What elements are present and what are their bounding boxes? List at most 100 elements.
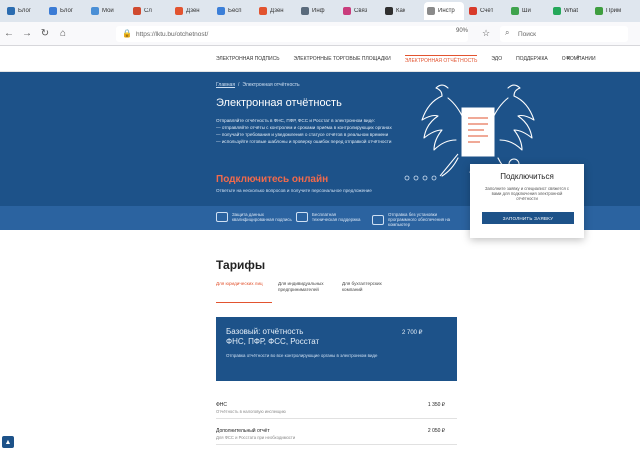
submit-application-button[interactable]: ЗАПОЛНИТЬ ЗАЯВКУ: [482, 212, 574, 224]
site-nav-item[interactable]: ЭЛЕКТРОННАЯ ОТЧЁТНОСТЬ: [404, 54, 478, 64]
tab-favicon-icon: [385, 7, 393, 15]
tariff-row[interactable]: Дополнительный отчёт Для ФСС и Росстата …: [216, 425, 457, 445]
tab-label: Мой: [102, 8, 114, 14]
browser-tab[interactable]: Бесп: [214, 2, 254, 20]
hero-line: — отправляйте отчёты с контролем и срока…: [216, 125, 392, 130]
tariffs-heading: Тарифы: [216, 258, 266, 272]
tab-favicon-icon: [217, 7, 225, 15]
address-bar[interactable]: 🔒 https://lktu.bu/otchetnost/: [116, 26, 468, 42]
shield-icon: [216, 212, 228, 222]
site-nav-item[interactable]: ЭЛЕКТРОННАЯ ПОДПИСЬ: [216, 56, 280, 62]
browser-toolbar: ← → ↻ ⌂ 🔒 https://lktu.bu/otchetnost/ 90…: [0, 22, 640, 46]
plan-name: Базовый: отчётность: [226, 327, 304, 336]
browser-tab[interactable]: Инстр: [424, 2, 464, 20]
reload-icon[interactable]: ↻: [36, 25, 54, 43]
tab-favicon-icon: [175, 7, 183, 15]
plan-name-line2: ФНС, ПФР, ФСС, Росстат: [226, 337, 320, 346]
tab-label: Прим: [606, 8, 622, 14]
hero-line: — получайте требования и уведомления о с…: [216, 132, 389, 137]
browser-tab[interactable]: What: [550, 2, 590, 20]
lock-icon: 🔒: [122, 29, 132, 38]
tab-label: Как: [396, 8, 406, 14]
browser-tab[interactable]: Сл: [130, 2, 170, 20]
tab-label: What: [564, 8, 579, 14]
search-icon: ⌕: [505, 28, 510, 37]
support-icon: [296, 212, 308, 222]
hero-description: Отправляйте отчётность в ФНС, ПФР, ФСС и…: [216, 118, 416, 146]
tab-favicon-icon: [469, 7, 477, 15]
search-input[interactable]: ⌕ Поиск: [500, 26, 628, 42]
connect-online-link[interactable]: Подключитесь онлайн: [216, 174, 328, 185]
site-nav-item[interactable]: ЭДО: [491, 56, 502, 62]
browser-tab[interactable]: Ши: [508, 2, 548, 20]
tab-label: Счёт: [480, 8, 494, 14]
row-title: Дополнительный отчёт: [216, 428, 270, 434]
hero-line: — используйте готовые шаблоны и проверку…: [216, 139, 392, 144]
tab-label: Блог: [18, 8, 31, 14]
card-description: Заполните заявку и специалист свяжется с…: [485, 186, 569, 201]
site-search-icon[interactable]: ⌕: [576, 54, 580, 62]
decorative-dots: [404, 175, 437, 181]
active-tab-indicator: [216, 302, 272, 303]
row-title: ФНС: [216, 402, 228, 408]
browser-tab[interactable]: Счёт: [466, 2, 506, 20]
tab-entrepreneurs[interactable]: Для индивидуальных предпринимателей: [278, 281, 334, 292]
menu-icon[interactable]: ≡: [566, 55, 570, 62]
tab-favicon-icon: [343, 7, 351, 15]
tab-favicon-icon: [595, 7, 603, 15]
tariff-tabs: Для юридических лиц Для индивидуальных п…: [216, 281, 396, 303]
feature-item: Защита данных квалифицированная подпись: [216, 212, 292, 222]
tab-label: Сл: [144, 8, 152, 14]
browser-tab-strip: Блог Блог Мой Сл Дзен Бесп Дзен Инф Связ Как Инстр…: [0, 0, 640, 22]
browser-tab[interactable]: Блог: [46, 2, 86, 20]
breadcrumb-home[interactable]: Главная: [216, 82, 235, 88]
tab-label: Инф: [312, 8, 325, 14]
browser-tab[interactable]: Инф: [298, 2, 338, 20]
feature-sub: квалифицированная подпись: [232, 217, 292, 222]
feature-item: Бесплатная техническая поддержка: [296, 212, 361, 222]
plan-description: Отправка отчётности во все контролирующи…: [226, 353, 378, 358]
tab-favicon-icon: [511, 7, 519, 15]
browser-tab[interactable]: Связ: [340, 2, 380, 20]
home-icon[interactable]: ⌂: [54, 25, 72, 43]
tab-label: Ши: [522, 8, 531, 14]
site-nav-item[interactable]: ЭЛЕКТРОННЫЕ ТОРГОВЫЕ ПЛОЩАДКИ: [294, 56, 391, 62]
tab-accounting-firms[interactable]: Для бухгалтерских компаний: [342, 281, 398, 292]
tab-favicon-icon: [7, 7, 15, 15]
search-placeholder: Поиск: [518, 30, 537, 38]
breadcrumb-current: Электронная отчётность: [242, 82, 300, 88]
site-header: ЭЛЕКТРОННАЯ ПОДПИСЬ ЭЛЕКТРОННЫЕ ТОРГОВЫЕ …: [0, 46, 640, 72]
browser-tab[interactable]: Дзен: [172, 2, 212, 20]
tab-legal-entities[interactable]: Для юридических лиц: [216, 281, 272, 287]
connect-subtitle: Ответьте на несколько вопросов и получит…: [216, 188, 372, 193]
tab-label: Бесп: [228, 8, 242, 14]
tab-favicon-icon: [259, 7, 267, 15]
tab-label: Дзен: [270, 8, 284, 14]
zoom-level[interactable]: 90%: [456, 28, 468, 34]
row-subtitle: Отчётность в налоговую инспекцию: [216, 409, 286, 414]
connect-card: Подключиться Заполните заявку и специали…: [470, 164, 584, 238]
browser-tab[interactable]: Как: [382, 2, 422, 20]
scroll-to-top-button[interactable]: ▲: [2, 436, 14, 448]
tab-favicon-icon: [427, 7, 435, 15]
url-text: https://lktu.bu/otchetnost/: [136, 30, 209, 38]
tariff-plan-card[interactable]: Базовый: отчётность ФНС, ПФР, ФСС, Росст…: [216, 317, 457, 381]
browser-tab[interactable]: Блог: [4, 2, 44, 20]
tab-favicon-icon: [49, 7, 57, 15]
bookmark-star-icon[interactable]: ☆: [482, 28, 490, 39]
site-nav-item[interactable]: ПОДДЕРЖКА: [516, 56, 548, 62]
tab-favicon-icon: [553, 7, 561, 15]
tab-label: Дзен: [186, 8, 200, 14]
browser-tab[interactable]: Мой: [88, 2, 128, 20]
browser-tab[interactable]: Дзен: [256, 2, 296, 20]
forward-icon[interactable]: →: [18, 25, 36, 43]
tab-label: Блог: [60, 8, 73, 14]
tariff-row[interactable]: ФНС Отчётность в налоговую инспекцию 1 3…: [216, 399, 457, 419]
tab-label: Связ: [354, 8, 368, 14]
hero-line: Отправляйте отчётность в ФНС, ПФР, ФСС и…: [216, 118, 376, 123]
browser-tab[interactable]: Прим: [592, 2, 632, 20]
back-icon[interactable]: ←: [0, 25, 18, 43]
tab-favicon-icon: [301, 7, 309, 15]
row-subtitle: Для ФСС и Росстата при необходимости: [216, 435, 296, 440]
page-title: Электронная отчётность: [216, 97, 342, 109]
